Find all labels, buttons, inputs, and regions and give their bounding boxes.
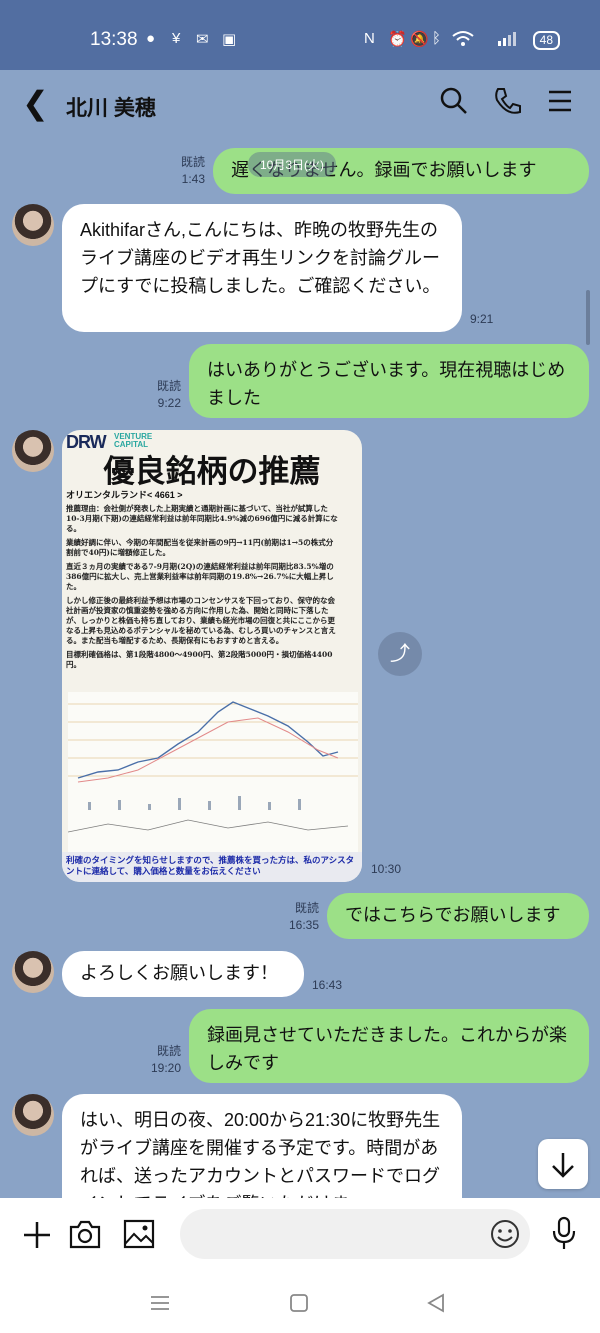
received-message[interactable]: Akithifarさん,こんにちは、昨晩の牧野先生のライブ講座のビデオ再生リンク… <box>62 204 462 332</box>
sent-message[interactable]: ではこちらでお願いします <box>327 893 589 939</box>
image-para: 業績好調に伴い、今期の年間配当を従来計画の9円→11円(前期は1→5の株式分割前… <box>66 538 334 557</box>
message-time: 9:22 <box>157 396 181 410</box>
received-message[interactable]: よろしくお願いします！ <box>62 951 304 997</box>
app-icon: ▣ <box>222 31 237 48</box>
message-input-bar <box>0 1198 600 1272</box>
message-input[interactable] <box>180 1209 530 1259</box>
status-bar: 13:38 ● ¥ ✉ ▣ N ⏰ 🔕 ᛒ 48 <box>0 0 600 70</box>
message-time: 10:30 <box>371 862 402 876</box>
sent-message[interactable]: 録画見させていただきました。これからが楽しみです <box>189 1009 589 1083</box>
phone-icon[interactable] <box>493 86 521 116</box>
system-nav-bar <box>0 1272 600 1333</box>
search-icon[interactable] <box>440 86 468 116</box>
recents-icon[interactable] <box>150 1294 170 1312</box>
nfc-icon: N <box>364 30 375 47</box>
contact-name: 北川 美穂 <box>66 97 156 120</box>
message-time: 16:43 <box>312 978 343 992</box>
message-text: 録画見させていただきました。これからが楽しみです <box>207 1025 567 1073</box>
bluetooth-icon: ᛒ <box>432 30 442 47</box>
message-time: 19:20 <box>150 1061 181 1075</box>
read-receipt: 既読 <box>294 901 319 915</box>
chat-area[interactable]: 遅くなりません。録画でお願いします 10月3日(火) 既読 1:43 Akith… <box>0 140 600 1198</box>
plus-icon[interactable] <box>22 1220 52 1250</box>
received-message[interactable]: はい、明日の夜、20:00から21:30に牧野先生がライブ講座を開催する予定です… <box>62 1094 462 1198</box>
emoji-icon[interactable] <box>490 1219 520 1249</box>
message-text: はいありがとうございます。現在視聴はじめました <box>207 360 566 408</box>
menu-icon[interactable] <box>547 86 573 116</box>
read-receipt: 既読 <box>180 155 205 169</box>
sent-message[interactable]: はいありがとうございます。現在視聴はじめました <box>189 344 589 418</box>
read-receipt: 既読 <box>156 379 181 393</box>
arrow-down-icon <box>552 1153 574 1178</box>
date-separator: 10月3日(火) <box>248 152 337 177</box>
app-notification-icon: ¥ <box>172 30 181 47</box>
message-text: よろしくお願いします！ <box>80 963 278 983</box>
clock: 13:38 <box>90 29 138 50</box>
image-icon[interactable] <box>122 1218 156 1250</box>
message-meta: 既読 9:22 <box>146 378 181 412</box>
message-time: 1:43 <box>181 172 205 186</box>
image-para: 推薦理由：会社側が発表した上期実績と通期計画に基づいて、当社が試算した10-3月… <box>66 504 338 533</box>
message-time: 9:21 <box>470 312 494 326</box>
image-target: 目標利確価格は、第1段階4800〜4900円、第2段階5000円・損切価格440… <box>66 650 333 669</box>
scroll-down-button[interactable] <box>538 1139 588 1189</box>
mute-icon: 🔕 <box>410 31 429 48</box>
message-time: 16:35 <box>288 918 319 932</box>
image-para: 直近３ヵ月の実績である7-9月期(2Q)の連結経常利益は前年同期比83.5%増の… <box>66 562 334 591</box>
image-body: 推薦理由：会社側が発表した上期実績と通期計画に基づいて、当社が試算した10-3月… <box>66 504 338 670</box>
avatar[interactable] <box>12 204 54 246</box>
message-text: はい、明日の夜、20:00から21:30に牧野先生がライブ講座を開催する予定です… <box>80 1110 441 1198</box>
avatar[interactable] <box>12 1094 54 1136</box>
alarm-icon: ⏰ <box>388 31 407 48</box>
avatar[interactable] <box>12 430 54 472</box>
home-icon[interactable] <box>289 1293 309 1313</box>
back-icon[interactable]: ❮ <box>22 84 49 122</box>
back-nav-icon[interactable] <box>426 1293 446 1313</box>
signal-icon <box>498 32 516 46</box>
wifi-icon <box>452 31 474 46</box>
image-para: しかし修正後の最終利益予想は市場のコンセンサスを下回っており、保守的な会社計画が… <box>66 596 336 645</box>
message-meta: 既読 1:43 <box>170 154 205 188</box>
image-footer: 利確のタイミングを知らせしますので、推薦株を買った方は、私のアシスタントに連絡し… <box>62 852 362 882</box>
image-title: 優良銘柄の推薦 <box>103 454 321 490</box>
camera-icon[interactable] <box>68 1218 102 1250</box>
battery-indicator: 48 <box>532 31 560 50</box>
image-message[interactable]: DRW VENTURE CAPITAL 優良銘柄の推薦 オリエンタルランド< 4… <box>62 430 362 882</box>
message-text: Akithifarさん,こんにちは、昨晩の牧野先生のライブ講座のビデオ再生リンク… <box>80 220 441 296</box>
avatar[interactable] <box>12 951 54 993</box>
stock-chart-image <box>68 692 358 852</box>
image-stock: オリエンタルランド< 4661 > <box>66 490 183 500</box>
message-text: ではこちらでお願いします <box>345 905 561 925</box>
chat-header: ❮ 北川 美穂 <box>0 70 600 140</box>
line-notification-icon: ● <box>146 30 156 47</box>
microphone-icon[interactable] <box>550 1216 578 1252</box>
scrollbar[interactable] <box>586 290 590 345</box>
message-meta: 既読 19:20 <box>146 1043 181 1077</box>
read-receipt: 既読 <box>156 1044 181 1058</box>
message-meta: 既読 16:35 <box>284 900 319 934</box>
mail-icon: ✉ <box>196 31 209 48</box>
share-icon[interactable]: ⤴ <box>378 632 422 676</box>
